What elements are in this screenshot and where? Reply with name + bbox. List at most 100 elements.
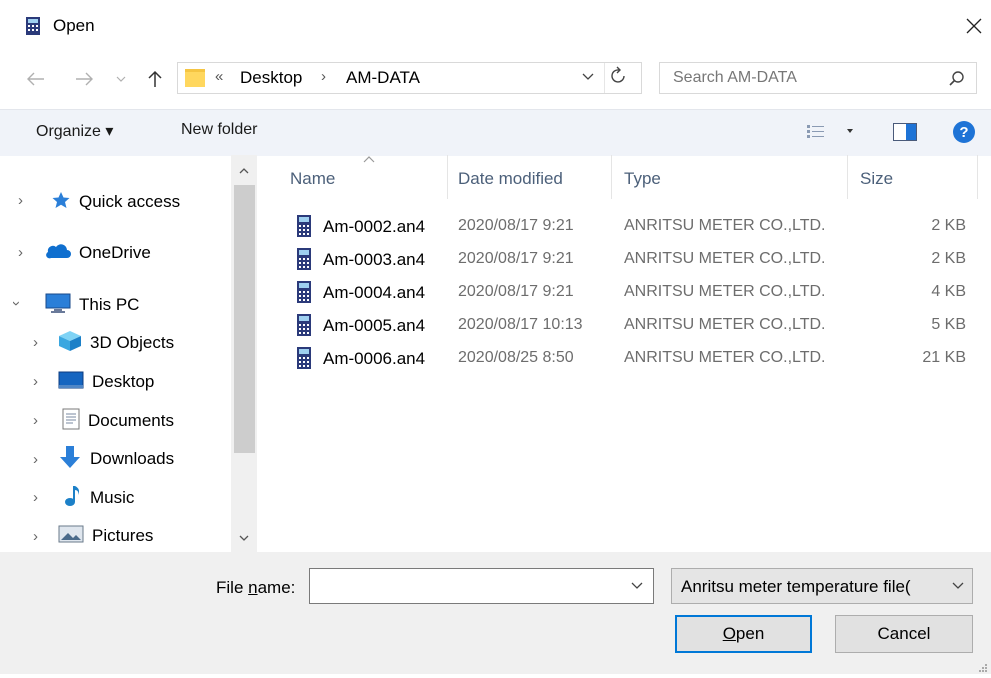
file-row[interactable]: Am-0002.an4 2020/08/17 9:21 ANRITSU METE…	[257, 211, 991, 243]
search-box[interactable]	[659, 62, 977, 94]
file-type: ANRITSU METER CO.,LTD.	[624, 250, 826, 267]
breadcrumb-am-data[interactable]: AM-DATA	[346, 68, 420, 88]
scrollbar-thumb[interactable]	[234, 185, 255, 453]
file-name: Am-0002.an4	[323, 217, 426, 236]
open-file-dialog: Open « Desktop › AM-DATA Search AM-DATA …	[0, 0, 991, 674]
nav-item-pictures[interactable]: Pictures	[58, 521, 153, 551]
cube-icon	[58, 330, 82, 357]
resize-grip-icon[interactable]	[978, 660, 988, 678]
back-arrow-icon[interactable]	[26, 64, 46, 94]
nav-item-3d-objects[interactable]: 3D Objects	[58, 328, 174, 358]
new-folder-button[interactable]: New folder	[181, 121, 257, 139]
file-name-field[interactable]	[314, 569, 618, 603]
breadcrumb-separator: ›	[321, 68, 326, 85]
expand-chevron-icon[interactable]: ›	[33, 334, 38, 351]
file-date: 2020/08/25 8:50	[458, 349, 574, 366]
scroll-up-icon[interactable]	[231, 157, 257, 185]
column-divider[interactable]	[447, 155, 448, 199]
file-type: ANRITSU METER CO.,LTD.	[624, 283, 826, 300]
download-arrow-icon	[58, 445, 82, 474]
calculator-file-icon	[297, 314, 311, 341]
file-type: ANRITSU METER CO.,LTD.	[624, 316, 826, 333]
preview-pane-icon[interactable]	[893, 123, 917, 146]
computer-icon	[45, 293, 71, 318]
column-header-name[interactable]: Name	[290, 169, 335, 189]
file-row[interactable]: Am-0004.an4 2020/08/17 9:21 ANRITSU METE…	[257, 277, 991, 309]
file-row[interactable]: Am-0003.an4 2020/08/17 9:21 ANRITSU METE…	[257, 244, 991, 276]
file-name-label: File name:	[216, 578, 296, 597]
file-name-combobox[interactable]	[309, 568, 654, 604]
breadcrumb-desktop[interactable]: Desktop	[240, 68, 302, 88]
nav-pane-scrollbar[interactable]	[231, 155, 257, 552]
file-name: Am-0003.an4	[323, 250, 426, 269]
expand-chevron-icon[interactable]: ›	[18, 244, 23, 261]
forward-arrow-icon[interactable]	[74, 64, 94, 94]
calculator-app-icon	[26, 17, 40, 40]
file-name-dropdown-icon[interactable]	[631, 578, 643, 593]
expand-chevron-icon[interactable]: ›	[33, 451, 38, 468]
column-divider[interactable]	[847, 155, 848, 199]
file-row[interactable]: Am-0006.an4 2020/08/25 8:50 ANRITSU METE…	[257, 343, 991, 375]
calculator-file-icon	[297, 215, 311, 242]
file-type: ANRITSU METER CO.,LTD.	[624, 349, 826, 366]
expand-chevron-icon[interactable]: ›	[33, 373, 38, 390]
view-options-icon[interactable]	[807, 124, 853, 145]
recent-locations-chevron-icon[interactable]	[114, 64, 128, 94]
file-row[interactable]: Am-0005.an4 2020/08/17 10:13 ANRITSU MET…	[257, 310, 991, 342]
command-toolbar: Organize ▾ New folder ?	[0, 109, 991, 156]
nav-item-documents[interactable]: Documents	[62, 406, 174, 436]
open-button[interactable]: Open	[675, 615, 812, 653]
file-size: 2 KB	[931, 250, 966, 267]
address-bar[interactable]: « Desktop › AM-DATA	[177, 62, 642, 94]
column-header-type[interactable]: Type	[624, 169, 661, 189]
calculator-file-icon	[297, 347, 311, 374]
collapse-chevron-icon[interactable]: ›	[8, 301, 25, 306]
refresh-icon[interactable]	[611, 66, 627, 89]
expand-chevron-icon[interactable]: ›	[33, 528, 38, 545]
file-type-filter-value: Anritsu meter temperature file(	[681, 577, 911, 596]
expand-chevron-icon[interactable]: ›	[33, 489, 38, 506]
column-divider[interactable]	[611, 155, 612, 199]
nav-item-onedrive[interactable]: OneDrive	[45, 238, 151, 268]
file-name: Am-0005.an4	[323, 316, 426, 335]
breadcrumb-overflow[interactable]: «	[215, 68, 223, 85]
file-name: Am-0004.an4	[323, 283, 426, 302]
calculator-file-icon	[297, 281, 311, 308]
help-icon[interactable]: ?	[952, 120, 976, 149]
up-arrow-icon[interactable]	[145, 64, 165, 94]
expand-chevron-icon[interactable]: ›	[33, 412, 38, 429]
window-title: Open	[53, 16, 95, 35]
document-icon	[62, 408, 80, 435]
file-size: 2 KB	[931, 217, 966, 234]
column-header-size[interactable]: Size	[860, 169, 893, 189]
expand-chevron-icon[interactable]: ›	[18, 192, 23, 209]
file-name: Am-0006.an4	[323, 349, 426, 368]
folder-icon	[185, 69, 205, 92]
address-divider	[604, 63, 605, 93]
address-dropdown-icon[interactable]	[582, 69, 594, 84]
search-icon[interactable]	[949, 70, 965, 91]
cloud-icon	[45, 243, 71, 264]
star-icon	[51, 191, 71, 214]
nav-item-downloads[interactable]: Downloads	[58, 444, 174, 474]
nav-item-quick-access[interactable]: Quick access	[51, 187, 180, 217]
file-type: ANRITSU METER CO.,LTD.	[624, 217, 826, 234]
scroll-down-icon[interactable]	[231, 524, 257, 552]
column-divider[interactable]	[977, 155, 978, 199]
nav-item-music[interactable]: Music	[64, 483, 134, 513]
organize-menu-button[interactable]: Organize ▾	[36, 121, 113, 141]
search-input[interactable]	[660, 63, 953, 93]
nav-item-this-pc[interactable]: This PC	[45, 290, 139, 320]
file-size: 5 KB	[931, 316, 966, 333]
close-icon[interactable]	[962, 12, 986, 40]
file-date: 2020/08/17 10:13	[458, 316, 583, 333]
column-header-date[interactable]: Date modified	[458, 169, 563, 189]
file-date: 2020/08/17 9:21	[458, 250, 574, 267]
nav-item-desktop[interactable]: Desktop	[58, 367, 154, 397]
file-date: 2020/08/17 9:21	[458, 217, 574, 234]
picture-icon	[58, 524, 84, 549]
music-note-icon	[64, 485, 82, 512]
cancel-button[interactable]: Cancel	[835, 615, 973, 653]
file-type-filter-select[interactable]: Anritsu meter temperature file(	[671, 568, 973, 604]
title-bar: Open	[0, 0, 991, 52]
